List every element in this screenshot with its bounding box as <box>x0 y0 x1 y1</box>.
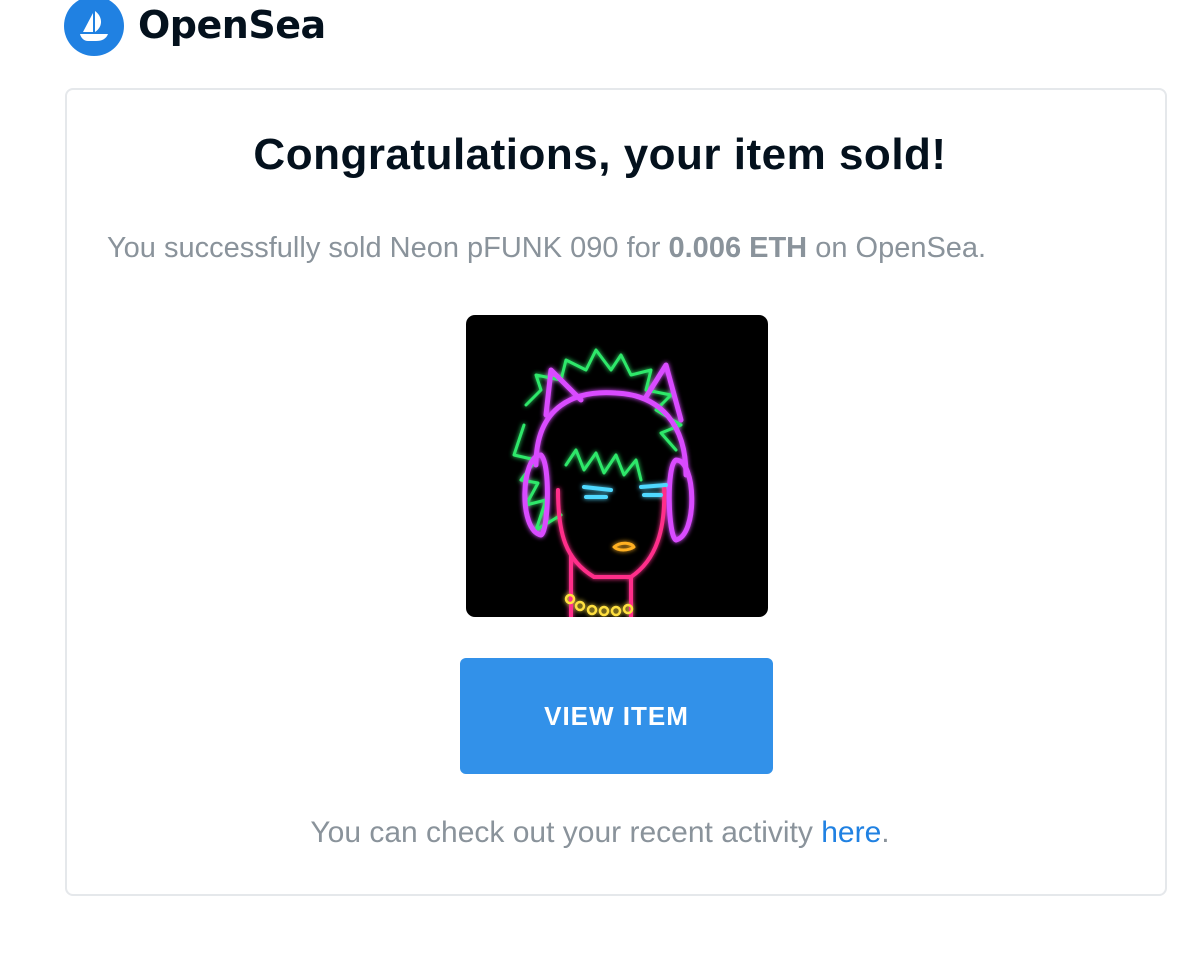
message-suffix: on OpenSea. <box>807 232 987 264</box>
sale-price: 0.006 ETH <box>668 232 808 264</box>
opensea-logo-icon[interactable] <box>64 0 124 56</box>
activity-suffix: . <box>881 816 890 849</box>
page-title: Congratulations, your item sold! <box>253 130 947 179</box>
view-item-button[interactable]: VIEW ITEM <box>460 658 773 774</box>
nft-image[interactable] <box>466 315 768 617</box>
header: OpenSea <box>64 0 326 56</box>
sale-message: You successfully sold Neon pFUNK 090 for… <box>107 232 1107 265</box>
activity-link[interactable]: here <box>821 816 881 849</box>
message-prefix: You successfully sold Neon pFUNK 090 for <box>107 232 669 264</box>
brand-name: OpenSea <box>138 3 326 47</box>
neon-punk-artwork-icon <box>512 348 695 617</box>
activity-prefix: You can check out your recent activity <box>310 816 822 849</box>
activity-message: You can check out your recent activity h… <box>0 816 1200 850</box>
